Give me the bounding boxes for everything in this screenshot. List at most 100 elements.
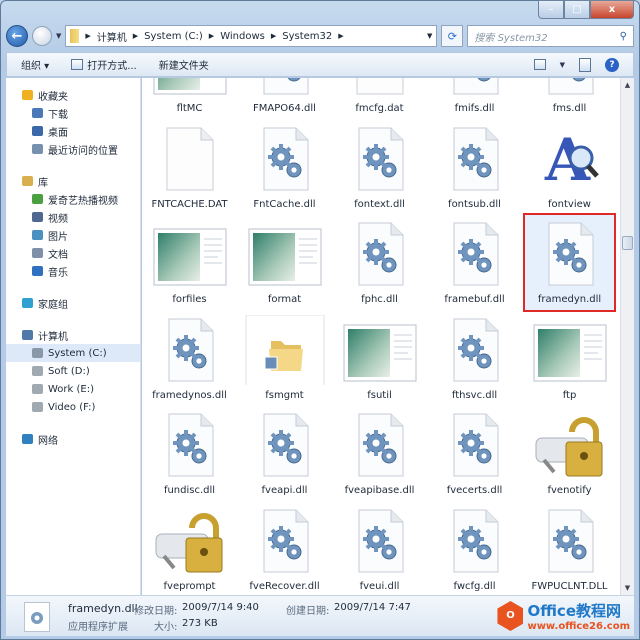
- breadcrumb-windows[interactable]: Windows: [220, 31, 265, 42]
- sidebar-item[interactable]: 桌面: [6, 122, 140, 140]
- file-item[interactable]: fundisc.dll: [142, 404, 237, 499]
- breadcrumb-system-c[interactable]: System (C:): [144, 31, 203, 42]
- file-item[interactable]: fmcfg.dat: [332, 78, 427, 117]
- file-name: fwcfg.dll: [453, 580, 496, 592]
- sidebar-item[interactable]: 视频: [6, 208, 140, 226]
- file-item[interactable]: FMAPO64.dll: [237, 78, 332, 117]
- blank-file-icon: [161, 124, 219, 194]
- window-controls: – □ x: [538, 0, 634, 19]
- file-item[interactable]: fvenotify: [522, 404, 617, 499]
- sidebar-item-label: 图片: [48, 231, 68, 243]
- address-dropdown[interactable]: ▼: [427, 32, 432, 40]
- sidebar-item[interactable]: 最近访问的位置: [6, 140, 140, 158]
- minimize-button[interactable]: –: [538, 0, 564, 19]
- watermark-url: www.office26.com: [527, 621, 630, 632]
- dll-gear-icon: [161, 315, 219, 385]
- back-button[interactable]: ←: [6, 25, 28, 47]
- view-dropdown[interactable]: ▼: [560, 61, 565, 69]
- sidebar-item[interactable]: 收藏夹: [6, 86, 140, 104]
- dll-gear-icon: [24, 602, 50, 632]
- file-item[interactable]: fveapibase.dll: [332, 404, 427, 499]
- sidebar-item[interactable]: 下载: [6, 104, 140, 122]
- file-item[interactable]: fthsvc.dll: [427, 309, 522, 404]
- sidebar-item[interactable]: 网络: [6, 430, 140, 448]
- sidebar-item[interactable]: Soft (D:): [6, 362, 140, 380]
- recent-pages-dropdown[interactable]: ▼: [56, 32, 61, 40]
- file-item[interactable]: fmifs.dll: [427, 78, 522, 117]
- address-bar[interactable]: ▶ 计算机 ▶ System (C:) ▶ Windows ▶ System32…: [65, 25, 438, 47]
- file-item[interactable]: fontsub.dll: [427, 118, 522, 213]
- file-item[interactable]: fwcfg.dll: [427, 500, 522, 595]
- forward-button[interactable]: [32, 26, 52, 46]
- file-name: ftp: [562, 389, 577, 401]
- close-button[interactable]: x: [590, 0, 634, 19]
- file-name: framedynos.dll: [152, 389, 227, 401]
- drive-icon: [32, 402, 43, 412]
- video-icon: [32, 212, 43, 222]
- sidebar-item[interactable]: 家庭组: [6, 294, 140, 312]
- maximize-button[interactable]: □: [564, 0, 590, 19]
- modified-date: 2009/7/14 9:40: [182, 602, 259, 613]
- file-item[interactable]: fveui.dll: [332, 500, 427, 595]
- sidebar-item[interactable]: 文档: [6, 244, 140, 262]
- file-item[interactable]: format: [237, 213, 332, 308]
- desktop-icon: [32, 126, 43, 136]
- file-item[interactable]: FntCache.dll: [237, 118, 332, 213]
- sidebar-item[interactable]: 计算机: [6, 326, 140, 344]
- file-item[interactable]: fveprompt: [142, 500, 237, 595]
- file-item[interactable]: fontext.dll: [332, 118, 427, 213]
- file-item[interactable]: fveRecover.dll: [237, 500, 332, 595]
- file-name: fveui.dll: [359, 580, 400, 592]
- file-item[interactable]: forfiles: [142, 213, 237, 308]
- file-item[interactable]: fsmgmt: [237, 309, 332, 404]
- file-item[interactable]: fsutil: [332, 309, 427, 404]
- organize-button[interactable]: 组织 ▾: [21, 57, 49, 72]
- breadcrumb-system32[interactable]: System32: [282, 31, 332, 42]
- search-icon[interactable]: ⚲: [620, 31, 627, 42]
- sidebar-item[interactable]: 库: [6, 172, 140, 190]
- preview-pane-icon[interactable]: [579, 57, 591, 72]
- chevron-right-icon[interactable]: ▶: [85, 32, 90, 40]
- video-library-icon: [32, 194, 43, 204]
- chevron-right-icon[interactable]: ▶: [209, 32, 214, 40]
- dll-gear-icon: [446, 78, 504, 98]
- vertical-scrollbar[interactable]: ▲ ▼: [620, 78, 634, 595]
- file-item[interactable]: framebuf.dll: [427, 213, 522, 308]
- file-item[interactable]: fltMC: [142, 78, 237, 117]
- file-item[interactable]: ftp: [522, 309, 617, 404]
- scroll-down-arrow[interactable]: ▼: [621, 581, 634, 595]
- file-item[interactable]: fveapi.dll: [237, 404, 332, 499]
- network-icon: [22, 434, 33, 444]
- sidebar-item-label: 音乐: [48, 267, 68, 279]
- sidebar-item[interactable]: System (C:): [6, 344, 140, 362]
- file-item[interactable]: Afontview: [522, 118, 617, 213]
- open-with-button[interactable]: 打开方式...: [71, 57, 137, 72]
- chevron-right-icon[interactable]: ▶: [271, 32, 276, 40]
- breadcrumb-computer[interactable]: 计算机: [97, 29, 127, 44]
- file-item[interactable]: fms.dll: [522, 78, 617, 117]
- sidebar-item[interactable]: Work (E:): [6, 380, 140, 398]
- sidebar-item[interactable]: 音乐: [6, 262, 140, 280]
- scroll-thumb[interactable]: [622, 236, 633, 250]
- pictures-icon: [32, 230, 43, 240]
- sidebar-item[interactable]: 图片: [6, 226, 140, 244]
- file-item[interactable]: fphc.dll: [332, 213, 427, 308]
- sidebar-item[interactable]: 爱奇艺热播视频: [6, 190, 140, 208]
- sidebar-item-label: 最近访问的位置: [48, 145, 118, 157]
- scroll-up-arrow[interactable]: ▲: [621, 78, 634, 92]
- change-view-icon[interactable]: [533, 59, 546, 70]
- search-input[interactable]: 搜索 System32 ⚲: [467, 25, 634, 47]
- chevron-right-icon[interactable]: ▶: [133, 32, 138, 40]
- dll-gear-icon: [256, 78, 314, 98]
- file-item[interactable]: framedynos.dll: [142, 309, 237, 404]
- new-folder-button[interactable]: 新建文件夹: [159, 57, 209, 72]
- refresh-button[interactable]: ⟳: [441, 25, 464, 47]
- file-item[interactable]: FNTCACHE.DAT: [142, 118, 237, 213]
- help-icon[interactable]: ?: [605, 57, 619, 72]
- file-name: fveapibase.dll: [344, 485, 415, 496]
- file-item[interactable]: fvecerts.dll: [427, 404, 522, 499]
- file-item[interactable]: FWPUCLNT.DLL: [522, 500, 617, 595]
- chevron-right-icon[interactable]: ▶: [338, 32, 343, 40]
- file-item[interactable]: framedyn.dll: [522, 213, 617, 312]
- sidebar-item[interactable]: Video (F:): [6, 398, 140, 416]
